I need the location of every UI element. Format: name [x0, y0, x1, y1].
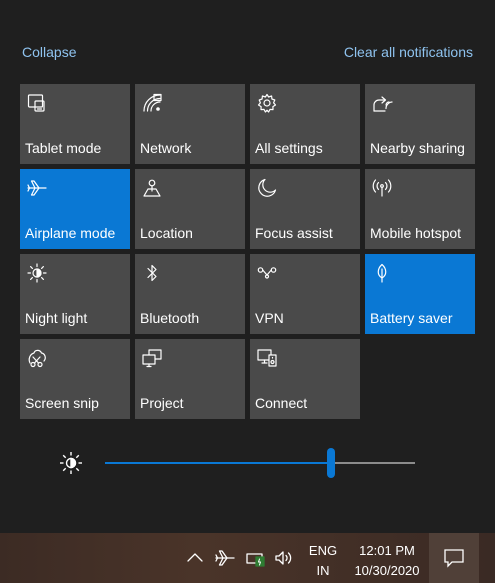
tile-label: Night light [25, 310, 88, 326]
action-center-button[interactable] [429, 533, 479, 583]
clock-time: 12:01 PM [359, 543, 415, 558]
quick-actions-grid: Tablet mode Network All settings Nearby … [20, 84, 475, 419]
brightness-control [58, 448, 418, 478]
tile-mobile-hotspot[interactable]: Mobile hotspot [365, 169, 475, 249]
brightness-slider-track[interactable] [105, 448, 415, 478]
tile-nearby-sharing[interactable]: Nearby sharing [365, 84, 475, 164]
vpn-icon [256, 262, 278, 284]
network-icon [141, 92, 163, 114]
hotspot-icon [371, 177, 393, 199]
screen-snip-icon [26, 347, 48, 369]
battery-icon[interactable] [245, 547, 267, 569]
tile-label: Network [140, 140, 192, 156]
clock[interactable]: 12:01 PM 10/30/2020 [346, 541, 428, 581]
tile-airplane-mode[interactable]: Airplane mode [20, 169, 130, 249]
moon-icon [256, 177, 278, 199]
volume-icon[interactable] [273, 547, 295, 569]
language-code: ENG [308, 543, 338, 558]
language-indicator[interactable]: ENG IN [306, 541, 340, 581]
bluetooth-icon [141, 262, 163, 284]
tile-screen-snip[interactable]: Screen snip [20, 339, 130, 419]
gear-icon [256, 92, 278, 114]
airplane-icon [26, 177, 48, 199]
action-center-panel: Collapse Clear all notifications Tablet … [0, 0, 495, 533]
tile-label: Tablet mode [25, 140, 102, 156]
tile-label: Screen snip [25, 395, 99, 411]
brightness-slider-thumb[interactable] [327, 448, 336, 478]
project-icon [141, 347, 163, 369]
night-light-icon [26, 262, 48, 284]
tile-battery-saver[interactable]: Battery saver [365, 254, 475, 334]
tile-tablet-mode[interactable]: Tablet mode [20, 84, 130, 164]
tile-label: All settings [255, 140, 323, 156]
tile-all-settings[interactable]: All settings [250, 84, 360, 164]
tile-bluetooth[interactable]: Bluetooth [135, 254, 245, 334]
airplane-icon[interactable] [214, 547, 236, 569]
keyboard-region: IN [316, 563, 330, 578]
clear-all-notifications-link[interactable]: Clear all notifications [344, 44, 473, 60]
leaf-icon [371, 262, 393, 284]
tile-label: Location [140, 225, 193, 241]
clock-date: 10/30/2020 [354, 563, 420, 578]
tile-label: VPN [255, 310, 284, 326]
nearby-sharing-icon [371, 92, 393, 114]
collapse-link[interactable]: Collapse [22, 44, 76, 60]
chevron-up-icon[interactable] [184, 547, 206, 569]
tile-connect[interactable]: Connect [250, 339, 360, 419]
notification-icon [444, 549, 464, 568]
tile-label: Focus assist [255, 225, 333, 241]
tile-label: Mobile hotspot [370, 225, 462, 241]
tile-location[interactable]: Location [135, 169, 245, 249]
brightness-icon [58, 450, 84, 476]
tile-vpn[interactable]: VPN [250, 254, 360, 334]
taskbar: ENG IN 12:01 PM 10/30/2020 [0, 533, 495, 583]
tile-focus-assist[interactable]: Focus assist [250, 169, 360, 249]
brightness-slider-fill [105, 462, 332, 464]
tablet-mode-icon [26, 92, 48, 114]
tile-network[interactable]: Network [135, 84, 245, 164]
connect-icon [256, 347, 278, 369]
tile-label: Airplane mode [25, 225, 116, 241]
tile-label: Project [140, 395, 184, 411]
tile-night-light[interactable]: Night light [20, 254, 130, 334]
tile-project[interactable]: Project [135, 339, 245, 419]
location-icon [141, 177, 163, 199]
tile-label: Bluetooth [140, 310, 200, 326]
tile-label: Nearby sharing [370, 140, 465, 156]
tile-label: Battery saver [370, 310, 453, 326]
tile-label: Connect [255, 395, 308, 411]
